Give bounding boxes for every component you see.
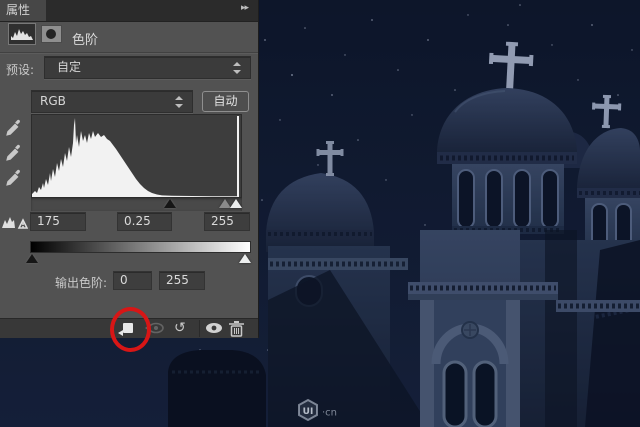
stepper-icon <box>175 96 184 108</box>
watermark-logo: UI <box>303 407 314 417</box>
histogram-255-spike <box>237 116 239 197</box>
properties-panel: 属性 ▸▸ 色阶 预设: 自定 RGB 自动 <box>0 0 259 338</box>
annotation-red-circle <box>110 307 151 352</box>
mask-thumbnail-icon[interactable] <box>41 25 62 43</box>
input-slider-track[interactable] <box>31 198 242 211</box>
white-input-slider[interactable] <box>230 199 242 208</box>
watermark-suffix: ·cn <box>322 408 337 419</box>
channel-value: RGB <box>32 91 66 112</box>
stepper-icon <box>233 62 242 74</box>
auto-button-label: 自动 <box>213 94 237 108</box>
output-white-input[interactable]: 255 <box>159 271 205 290</box>
preset-value: 自定 <box>45 57 81 78</box>
levels-histogram[interactable] <box>31 114 242 198</box>
preset-label: 预设: <box>6 61 34 78</box>
delete-trash-button[interactable] <box>228 320 245 341</box>
screenshot-stage: UI ·cn 属性 ▸▸ 色阶 预设: 自定 RGB <box>0 0 640 427</box>
panel-tabbar: 属性 ▸▸ <box>0 0 258 22</box>
gamma-input[interactable]: 0.25 <box>117 212 172 231</box>
reset-button[interactable]: ↺ <box>174 319 186 337</box>
output-black-input[interactable]: 0 <box>113 271 152 290</box>
toolbar-divider <box>199 320 200 337</box>
gray-point-eyedropper-icon[interactable] <box>4 143 24 163</box>
panel-title: 色阶 <box>72 29 98 48</box>
white-point-eyedropper-icon[interactable] <box>4 168 24 188</box>
white-level-input[interactable]: 255 <box>204 212 250 231</box>
preset-dropdown[interactable]: 自定 <box>44 56 251 79</box>
black-input-slider[interactable] <box>164 199 176 208</box>
auto-button[interactable]: 自动 <box>202 91 249 112</box>
output-white-slider[interactable] <box>239 254 251 263</box>
panel-menu-icon[interactable]: ▸▸ <box>241 3 248 13</box>
output-black-slider[interactable] <box>26 254 38 263</box>
divider <box>0 52 258 54</box>
histogram-warning-icon[interactable] <box>2 212 28 232</box>
visibility-eye-button[interactable] <box>205 320 223 340</box>
black-point-eyedropper-icon[interactable] <box>4 118 24 138</box>
tab-properties-label: 属性 <box>6 3 30 17</box>
channel-dropdown[interactable]: RGB <box>31 90 193 113</box>
mask-dot <box>46 29 56 39</box>
tab-properties[interactable]: 属性 <box>0 0 46 21</box>
levels-adjustment-icon[interactable] <box>8 23 36 45</box>
output-levels-label: 输出色阶: <box>55 274 107 291</box>
output-gradient-bar[interactable] <box>30 241 251 253</box>
black-level-input[interactable]: 175 <box>30 212 86 231</box>
